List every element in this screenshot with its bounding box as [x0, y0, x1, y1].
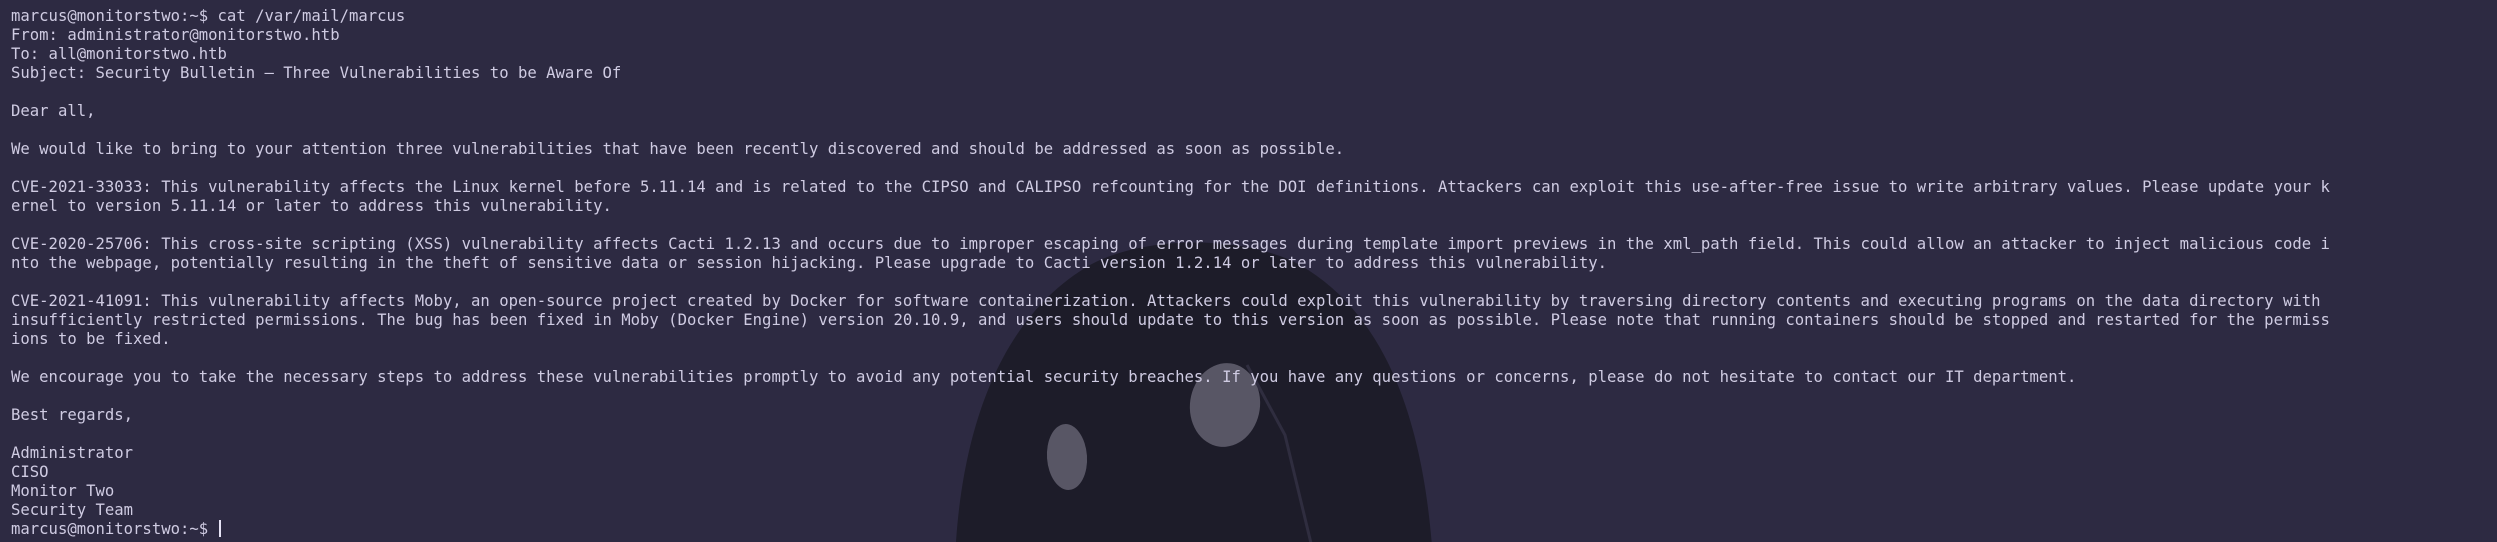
mail-intro: We would like to bring to your attention… [11, 140, 1345, 158]
mail-greeting: Dear all, [11, 102, 96, 120]
shell-prompt: marcus@monitorstwo:~$ [11, 7, 209, 25]
signature-name: Administrator [11, 444, 134, 462]
vuln-cve-2020-25706-line-1: CVE-2020-25706: This cross-site scriptin… [11, 235, 2330, 253]
vuln-cve-2021-41091-line-3: ions to be fixed. [11, 330, 171, 348]
shell-prompt: marcus@monitorstwo:~$ [11, 520, 209, 538]
vuln-cve-2021-33033-line-1: CVE-2021-33033: This vulnerability affec… [11, 178, 2330, 196]
vuln-cve-2021-41091-line-1: CVE-2021-41091: This vulnerability affec… [11, 292, 2321, 310]
vuln-cve-2021-33033-line-2: ernel to version 5.11.14 or later to add… [11, 197, 612, 215]
mail-closing: We encourage you to take the necessary s… [11, 368, 2077, 386]
mail-subject: Subject: Security Bulletin – Three Vulne… [11, 64, 622, 82]
text-cursor[interactable] [218, 520, 221, 537]
mail-to: To: all@monitorstwo.htb [11, 45, 227, 63]
signature-title: CISO [11, 463, 49, 481]
terminal-output: marcus@monitorstwo:~$ cat /var/mail/marc… [0, 0, 2486, 539]
mail-from: From: administrator@monitorstwo.htb [11, 26, 340, 44]
signature-org: Monitor Two [11, 482, 115, 500]
terminal-window[interactable]: marcus@monitorstwo:~$ cat /var/mail/marc… [0, 0, 2497, 542]
input-line[interactable]: marcus@monitorstwo:~$ [11, 520, 2486, 539]
mail-regards: Best regards, [11, 406, 134, 424]
command-line: marcus@monitorstwo:~$ cat /var/mail/marc… [11, 7, 2486, 26]
command-text: cat /var/mail/marcus [217, 7, 406, 25]
vuln-cve-2021-41091-line-2: insufficiently restricted permissions. T… [11, 311, 2330, 329]
signature-team: Security Team [11, 501, 134, 519]
vuln-cve-2020-25706-line-2: nto the webpage, potentially resulting i… [11, 254, 1607, 272]
